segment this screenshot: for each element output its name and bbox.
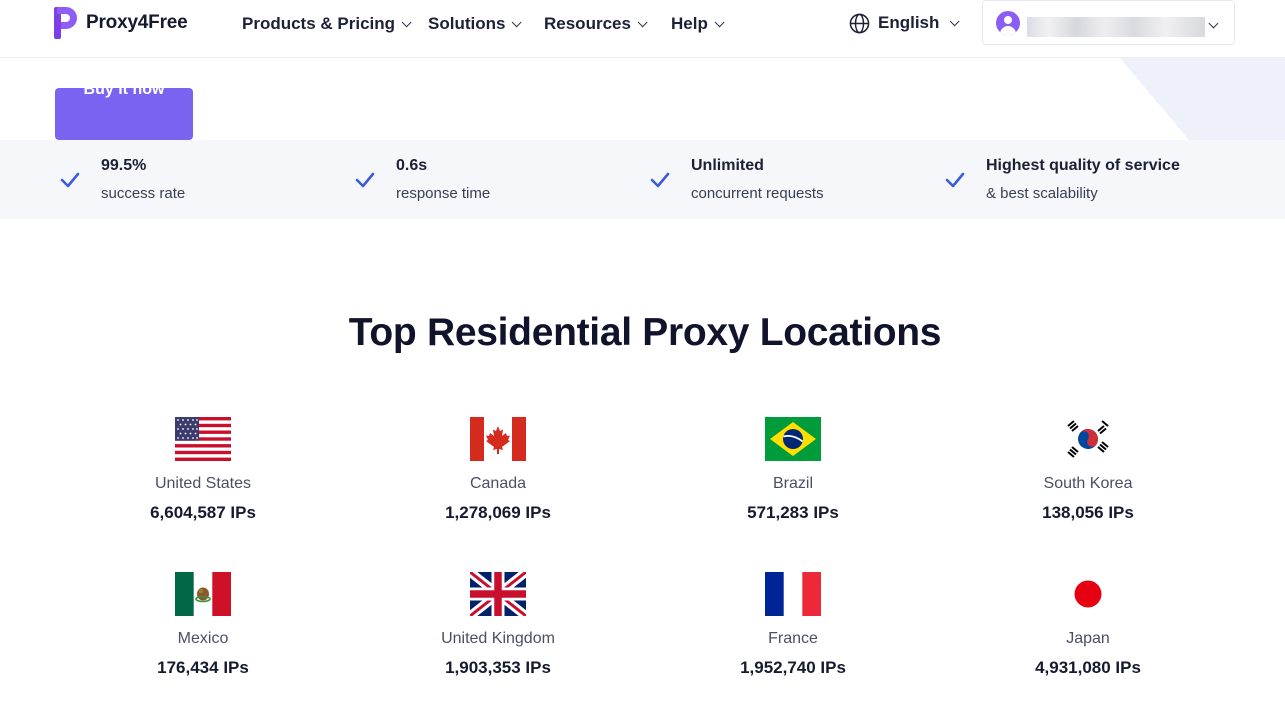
ip-count: 176,434 IPs — [157, 658, 249, 677]
check-icon — [355, 172, 375, 188]
hero-background: Buy it now — [0, 58, 1285, 140]
stat-label: concurrent requests — [691, 185, 824, 202]
ip-count: 138,056 IPs — [1042, 503, 1134, 522]
ip-count: 1,903,353 IPs — [445, 658, 551, 677]
logo[interactable]: Proxy4Free — [54, 7, 188, 39]
proxy4free-logo-icon — [54, 7, 77, 39]
south-korea-flag-icon — [1060, 417, 1116, 461]
account-menu[interactable] — [982, 0, 1235, 45]
nav-label: Solutions — [428, 14, 506, 33]
country-name: South Korea — [1043, 475, 1133, 492]
check-icon — [650, 172, 670, 188]
nav-help[interactable]: Help — [671, 13, 725, 35]
country-name: United States — [154, 475, 252, 492]
france-flag-icon — [765, 572, 821, 616]
japan-flag-icon — [1060, 572, 1116, 616]
nav-label: Products & Pricing — [242, 14, 396, 33]
chevron-down-icon — [637, 16, 648, 27]
country-name: Japan — [1066, 630, 1110, 647]
ip-count: 4,931,080 IPs — [1035, 658, 1141, 677]
ip-count: 571,283 IPs — [747, 503, 839, 522]
buy-it-now-button[interactable]: Buy it now — [55, 88, 193, 140]
nav-solutions[interactable]: Solutions — [428, 13, 523, 35]
check-icon — [60, 172, 80, 188]
nav-label: Help — [671, 14, 708, 33]
stat-label: success rate — [101, 185, 186, 202]
stats-strip: 99.5% success rate 0.6s response time Un… — [0, 140, 1285, 219]
account-name-redacted — [1027, 17, 1205, 37]
canada-flag-icon — [470, 417, 526, 461]
chevron-down-icon — [512, 16, 523, 27]
avatar — [996, 11, 1020, 35]
stat-label: & best scalability — [986, 185, 1098, 202]
check-icon — [945, 172, 965, 188]
us-flag-icon — [175, 417, 231, 461]
stat-value: Unlimited — [691, 157, 764, 174]
country-name: Mexico — [177, 630, 229, 647]
country-name: United Kingdom — [441, 630, 555, 647]
chevron-down-icon — [401, 16, 412, 27]
country-name: Brazil — [772, 475, 813, 492]
ip-count: 1,952,740 IPs — [740, 658, 846, 677]
country-name: Canada — [469, 475, 527, 492]
globe-icon — [849, 13, 870, 33]
section-title: Top Residential Proxy Locations — [348, 311, 942, 354]
ip-count: 6,604,587 IPs — [150, 503, 256, 522]
country-name: France — [768, 630, 818, 647]
language-selector[interactable]: English — [849, 12, 960, 34]
stat-label: response time — [396, 185, 491, 202]
top-navigation: Proxy4Free Products & Pricing Solutions … — [0, 0, 1285, 58]
nav-resources[interactable]: Resources — [544, 13, 648, 35]
nav-label: Resources — [544, 14, 631, 33]
brazil-flag-icon — [765, 417, 821, 461]
nav-products-pricing[interactable]: Products & Pricing — [242, 13, 412, 35]
language-label: English — [878, 13, 940, 32]
stat-value: 99.5% — [101, 157, 147, 174]
stat-value: Highest quality of service — [986, 157, 1180, 174]
uk-flag-icon — [470, 572, 526, 616]
chevron-down-icon — [714, 16, 725, 27]
stat-value: 0.6s — [396, 157, 428, 174]
chevron-down-icon — [1208, 18, 1219, 29]
chevron-down-icon — [950, 15, 960, 26]
mexico-flag-icon — [175, 572, 231, 616]
hero-decoration — [1120, 58, 1285, 140]
buy-button-label: Buy it now — [83, 88, 165, 98]
logo-text: Proxy4Free — [86, 12, 188, 33]
ip-count: 1,278,069 IPs — [445, 503, 551, 522]
